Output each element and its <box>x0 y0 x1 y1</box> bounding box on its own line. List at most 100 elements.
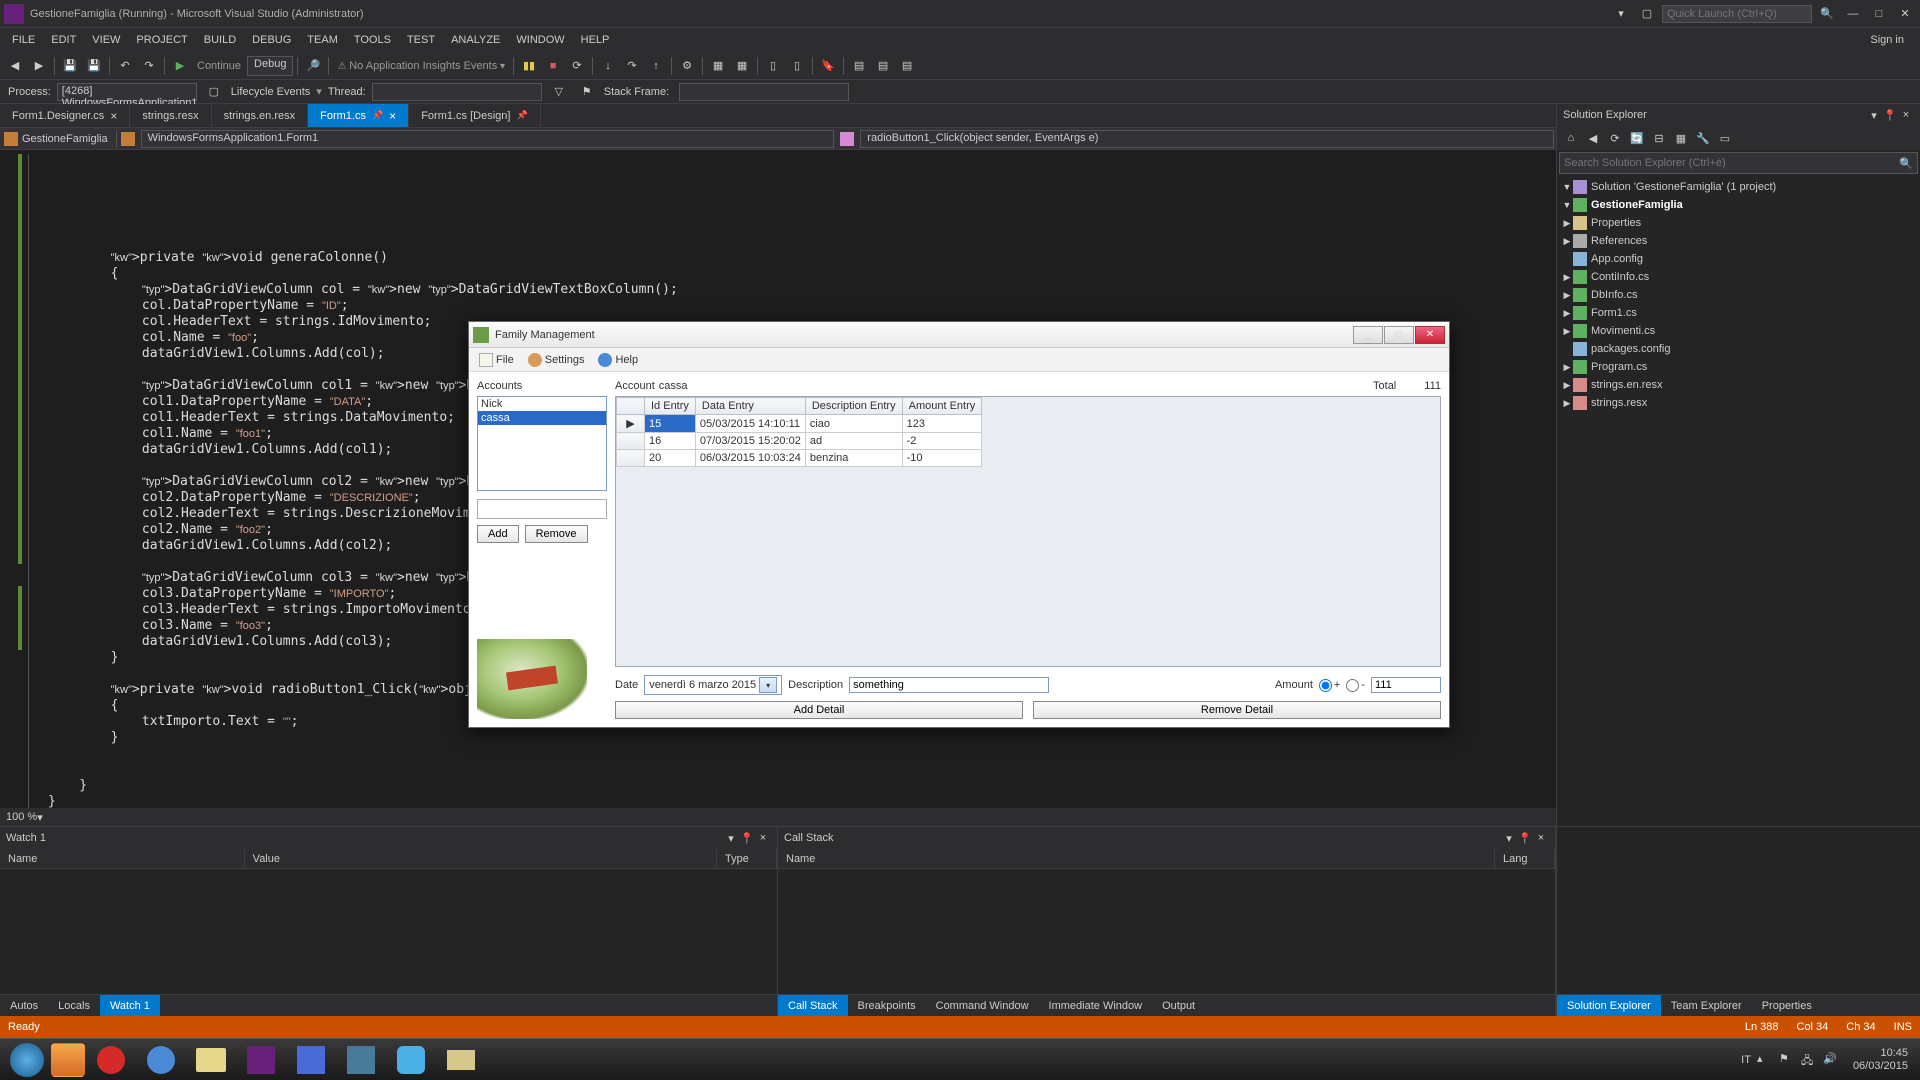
system-tray[interactable]: IT ▴ ⚑ 🖧 🔊 10:45 06/03/2015 <box>1733 1047 1916 1073</box>
home-icon[interactable]: ⌂ <box>1561 128 1581 148</box>
start-button[interactable] <box>10 1043 44 1077</box>
tree-node[interactable]: ▶ContiInfo.cs <box>1557 268 1920 286</box>
tab-form1-cs[interactable]: Form1.cs📌× <box>308 104 409 127</box>
tab-autos[interactable]: Autos <box>0 995 48 1016</box>
back-icon[interactable]: ◀ <box>1583 128 1603 148</box>
entries-grid[interactable]: Id Entry Data Entry Description Entry Am… <box>615 396 1441 667</box>
menu-window[interactable]: WINDOW <box>508 28 572 52</box>
remove-account-button[interactable]: Remove <box>525 525 588 543</box>
undo-icon[interactable]: ↶ <box>114 55 136 77</box>
close-icon[interactable]: × <box>1898 107 1914 123</box>
sign-in-link[interactable]: Sign in <box>1858 28 1916 52</box>
close-button[interactable]: ✕ <box>1894 5 1916 23</box>
col-date[interactable]: Data Entry <box>695 398 805 415</box>
amount-minus-radio[interactable]: - <box>1346 679 1365 692</box>
minimize-button[interactable]: — <box>1842 5 1864 23</box>
tab-form1-design[interactable]: Form1.cs [Design]📌 <box>409 104 540 127</box>
col-desc[interactable]: Description Entry <box>805 398 902 415</box>
tray-clock[interactable]: 10:45 06/03/2015 <box>1853 1047 1908 1073</box>
quick-launch-input[interactable] <box>1662 5 1812 23</box>
menu-file[interactable]: File <box>473 353 520 367</box>
refresh-icon[interactable]: 🔄 <box>1627 128 1647 148</box>
search-icon[interactable]: 🔍 <box>1899 157 1913 170</box>
amount-input[interactable] <box>1371 677 1441 693</box>
tree-node[interactable]: ▶DbInfo.cs <box>1557 286 1920 304</box>
tree-node[interactable]: ▼Solution 'GestioneFamiglia' (1 project) <box>1557 178 1920 196</box>
feedback-icon[interactable]: ▾ <box>1610 5 1632 23</box>
stackframe-combo[interactable] <box>679 83 849 101</box>
tree-node[interactable]: ▶strings.en.resx <box>1557 376 1920 394</box>
step-over-icon[interactable]: ↷ <box>621 55 643 77</box>
menu-build[interactable]: BUILD <box>196 28 244 52</box>
account-option[interactable]: Nick <box>478 397 606 411</box>
menu-analyze[interactable]: ANALYZE <box>443 28 508 52</box>
taskbar-opera[interactable] <box>87 1041 135 1079</box>
lifecycle-label[interactable]: Lifecycle Events <box>231 86 310 98</box>
menu-file[interactable]: FILE <box>4 28 43 52</box>
grid-row[interactable]: ▶1505/03/2015 14:10:11ciao123 <box>617 415 982 433</box>
collapse-icon[interactable]: ⊟ <box>1649 128 1669 148</box>
menu-view[interactable]: VIEW <box>84 28 128 52</box>
notification-icon[interactable]: ▢ <box>1636 5 1658 23</box>
tool-icon[interactable]: ⚙ <box>676 55 698 77</box>
tool-icon[interactable]: ▦ <box>707 55 729 77</box>
callstack-grid[interactable] <box>778 869 1555 994</box>
watch-grid[interactable] <box>0 869 777 994</box>
pin-icon[interactable]: 📍 <box>1882 107 1898 123</box>
se-search[interactable]: 🔍 <box>1559 152 1918 174</box>
grid-row[interactable]: 1607/03/2015 15:20:02ad-2 <box>617 433 982 450</box>
account-option-selected[interactable]: cassa <box>478 411 606 425</box>
taskbar-explorer[interactable] <box>187 1041 235 1079</box>
properties-icon[interactable]: 🔧 <box>1693 128 1713 148</box>
taskbar-visualstudio[interactable] <box>237 1041 285 1079</box>
search-icon[interactable]: 🔍 <box>1816 5 1838 23</box>
tool-icon[interactable]: ▯ <box>786 55 808 77</box>
tab-team-explorer[interactable]: Team Explorer <box>1661 995 1752 1016</box>
tab-command[interactable]: Command Window <box>926 995 1039 1016</box>
pause-icon[interactable]: ▮▮ <box>518 55 540 77</box>
tab-callstack[interactable]: Call Stack <box>778 995 848 1016</box>
process-combo[interactable]: [4268] WindowsFormsApplication1 <box>57 83 197 101</box>
tree-node[interactable]: ▶References <box>1557 232 1920 250</box>
panel-menu-icon[interactable]: ▾ <box>723 830 739 846</box>
stop-icon[interactable]: ■ <box>542 55 564 77</box>
remove-detail-button[interactable]: Remove Detail <box>1033 701 1441 719</box>
thread-filter-icon[interactable]: ▽ <box>548 81 570 103</box>
menu-edit[interactable]: EDIT <box>43 28 84 52</box>
col-type[interactable]: Type <box>717 849 777 868</box>
config-combo[interactable]: Debug <box>247 56 293 76</box>
nav-class-combo[interactable]: WindowsFormsApplication1.Form1 <box>141 130 835 148</box>
col-id[interactable]: Id Entry <box>645 398 696 415</box>
col-amount[interactable]: Amount Entry <box>902 398 982 415</box>
maximize-button[interactable]: □ <box>1868 5 1890 23</box>
lifecycle-icon[interactable]: ▢ <box>203 81 225 103</box>
menu-tools[interactable]: TOOLS <box>346 28 399 52</box>
save-all-icon[interactable]: 💾 <box>83 55 105 77</box>
taskbar-virtualbox[interactable] <box>337 1041 385 1079</box>
tool-icon[interactable]: ▯ <box>762 55 784 77</box>
save-icon[interactable]: 💾 <box>59 55 81 77</box>
close-icon[interactable]: × <box>1533 830 1549 846</box>
tree-node[interactable]: ▶Properties <box>1557 214 1920 232</box>
nav-back-icon[interactable]: ◀ <box>4 55 26 77</box>
tab-strings-en-resx[interactable]: strings.en.resx <box>212 104 309 127</box>
show-all-icon[interactable]: ▦ <box>1671 128 1691 148</box>
tray-network-icon[interactable]: 🖧 <box>1801 1052 1817 1068</box>
tree-node[interactable]: App.config <box>1557 250 1920 268</box>
thread-combo[interactable] <box>372 83 542 101</box>
add-account-button[interactable]: Add <box>477 525 519 543</box>
pin-icon[interactable]: 📍 <box>739 830 755 846</box>
tab-breakpoints[interactable]: Breakpoints <box>848 995 926 1016</box>
minimize-button[interactable]: _ <box>1353 326 1383 344</box>
nav-method-combo[interactable]: radioButton1_Click(object sender, EventA… <box>860 130 1554 148</box>
close-icon[interactable]: × <box>755 830 771 846</box>
taskbar-ie[interactable] <box>137 1041 185 1079</box>
amount-plus-radio[interactable]: + <box>1319 679 1340 692</box>
col-value[interactable]: Value <box>245 849 717 868</box>
tree-node[interactable]: ▶Form1.cs <box>1557 304 1920 322</box>
close-button[interactable]: ✕ <box>1415 326 1445 344</box>
description-input[interactable] <box>849 677 1049 693</box>
tab-locals[interactable]: Locals <box>48 995 100 1016</box>
panel-menu-icon[interactable]: ▾ <box>1866 107 1882 123</box>
preview-icon[interactable]: ▭ <box>1715 128 1735 148</box>
